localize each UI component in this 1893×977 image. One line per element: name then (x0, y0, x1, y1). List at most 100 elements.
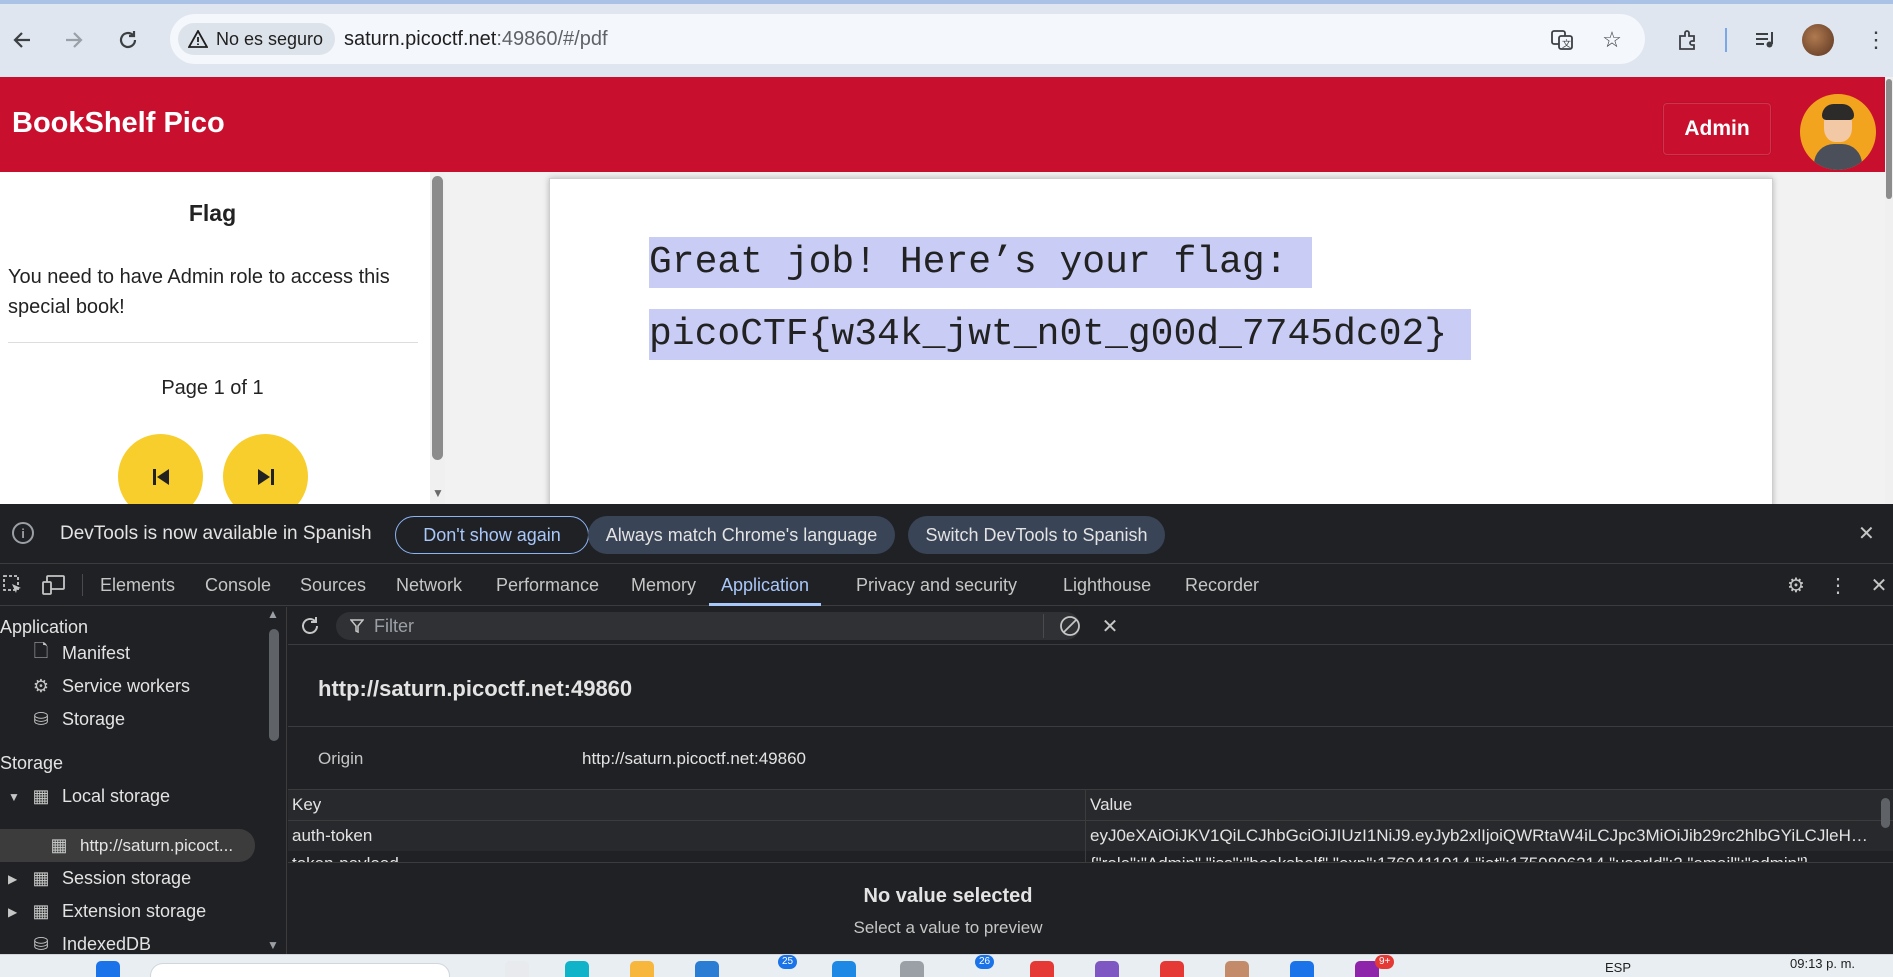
tab-lighthouse[interactable]: Lighthouse (1063, 564, 1151, 606)
taskbar-search[interactable] (150, 963, 450, 977)
profile-avatar[interactable] (1802, 24, 1834, 56)
bookmark-star-icon[interactable]: ☆ (1598, 26, 1626, 54)
security-chip[interactable]: No es seguro (178, 23, 336, 55)
taskbar-app[interactable] (630, 961, 654, 977)
switch-to-spanish-button[interactable]: Switch DevTools to Spanish (908, 516, 1165, 554)
skip-previous-icon (152, 468, 169, 485)
storage-table: Key Value auth-token eyJ0eXAiOiJKV1QiLCJ… (288, 789, 1893, 863)
notification-badge: 9+ (1375, 955, 1395, 969)
panel-splitter[interactable] (286, 607, 287, 954)
column-separator[interactable] (1085, 790, 1086, 862)
app-title[interactable]: BookShelf Pico (12, 107, 225, 140)
tree-item-session-storage[interactable]: ▶ ▦ Session storage (8, 862, 191, 895)
start-button[interactable] (96, 961, 120, 977)
expanded-triangle-icon[interactable]: ▼ (8, 790, 20, 804)
taskbar-app[interactable] (1160, 961, 1184, 977)
taskbar-app[interactable] (565, 961, 589, 977)
inspect-element-icon[interactable] (0, 572, 26, 598)
taskbar-app[interactable] (1290, 961, 1314, 977)
tab-console[interactable]: Console (205, 564, 271, 606)
admin-button[interactable]: Admin (1663, 103, 1771, 155)
row-value[interactable]: eyJ0eXAiOiJKV1QiLCJhbGciOiJIUzI1NiJ9.eyJ… (1090, 826, 1872, 846)
delete-selected-icon[interactable]: ✕ (1096, 612, 1124, 640)
extensions-icon[interactable] (1668, 20, 1708, 60)
always-match-language-button[interactable]: Always match Chrome's language (588, 516, 895, 554)
row-key[interactable]: auth-token (292, 826, 1072, 846)
scroll-down-arrow-icon[interactable]: ▼ (267, 938, 279, 952)
last-page-button[interactable] (223, 434, 308, 504)
notification-badge: 26 (975, 955, 995, 969)
taskbar-app[interactable] (1030, 961, 1054, 977)
tree-item-extension-storage[interactable]: ▶ ▦ Extension storage (8, 895, 206, 928)
book-title: Flag (188, 200, 237, 226)
forward-button[interactable] (54, 20, 94, 60)
row-key[interactable]: token-payload (292, 854, 1072, 862)
user-avatar[interactable] (1800, 94, 1876, 170)
tab-privacy-security[interactable]: Privacy and security (856, 564, 1017, 606)
tab-application[interactable]: Application (709, 564, 822, 606)
extension-storage-label: Extension storage (62, 901, 207, 921)
tree-item-local-storage-origin[interactable]: ▦ http://saturn.picoct... (48, 829, 233, 862)
scroll-up-arrow-icon[interactable]: ▲ (267, 607, 279, 621)
media-controls-icon[interactable] (1746, 20, 1786, 60)
translate-icon[interactable]: 文 (1548, 26, 1576, 54)
settings-gear-icon[interactable]: ⚙ (1783, 572, 1809, 598)
page-scroll-thumb[interactable] (1886, 79, 1892, 199)
tab-memory[interactable]: Memory (631, 564, 696, 606)
taskbar-app[interactable] (1225, 961, 1249, 977)
page-scrollbar[interactable] (1885, 77, 1893, 504)
taskbar-app[interactable] (832, 961, 856, 977)
dont-show-again-button[interactable]: Don't show again (395, 516, 589, 554)
sidebar-scroll-thumb[interactable] (432, 176, 443, 460)
clock[interactable]: 09:13 p. m. (1790, 956, 1855, 971)
indexeddb-label: IndexedDB (62, 934, 152, 954)
refresh-icon[interactable] (296, 612, 324, 640)
tree-item-service-workers[interactable]: ⚙ Service workers (30, 670, 190, 703)
infobar-close-icon[interactable]: ✕ (1858, 521, 1875, 546)
tab-network[interactable]: Network (396, 564, 462, 606)
address-bar[interactable]: No es seguro saturn.picoctf.net:49860/#/… (170, 14, 1645, 64)
info-icon: i (12, 522, 34, 544)
row-value[interactable]: {"role":"Admin","iss":"bookshelf","exp":… (1090, 854, 1872, 862)
device-toolbar-icon[interactable] (41, 572, 67, 598)
sidebar-scroll-thumb[interactable] (269, 629, 279, 741)
scroll-down-arrow-icon[interactable]: ▼ (432, 486, 444, 500)
value-column-header[interactable]: Value (1090, 795, 1132, 815)
language-indicator[interactable]: ESP (1605, 960, 1631, 975)
origin-heading: http://saturn.picoctf.net:49860 (318, 676, 633, 701)
filter-input[interactable]: Filter (336, 612, 1080, 640)
devtools-tabs: Elements Console Sources Network Perform… (0, 564, 1893, 606)
sidebar-scrollbar[interactable]: ▼ (430, 172, 445, 504)
language-infobar: i DevTools is now available in Spanish D… (0, 504, 1893, 564)
taskbar-app[interactable] (695, 961, 719, 977)
collapsed-triangle-icon[interactable]: ▶ (8, 872, 20, 886)
taskbar-app[interactable] (505, 961, 529, 977)
kebab-menu-icon[interactable]: ⋮ (1856, 20, 1893, 60)
back-button[interactable] (2, 20, 42, 60)
taskbar-app[interactable] (1095, 961, 1119, 977)
app-header: BookShelf Pico Admin (0, 77, 1885, 172)
url-text[interactable]: saturn.picoctf.net:49860/#/pdf (344, 28, 608, 51)
tab-performance[interactable]: Performance (496, 564, 599, 606)
tab-sources[interactable]: Sources (300, 564, 366, 606)
devtools-menu-icon[interactable]: ⋮ (1825, 572, 1851, 598)
section-divider (288, 726, 1893, 727)
tree-item-manifest[interactable]: 🗋 Manifest (30, 637, 130, 670)
tab-recorder[interactable]: Recorder (1185, 564, 1259, 606)
first-page-button[interactable] (118, 434, 203, 504)
tree-item-local-storage[interactable]: ▼ ▦ Local storage (8, 780, 170, 813)
taskbar-app[interactable] (900, 961, 924, 977)
tree-item-storage[interactable]: ⛁ Storage (30, 703, 125, 736)
skip-next-icon (257, 468, 274, 485)
close-devtools-icon[interactable]: ✕ (1866, 572, 1892, 598)
key-column-header[interactable]: Key (292, 795, 321, 815)
devtools-panel: i DevTools is now available in Spanish D… (0, 504, 1893, 954)
arrow-left-icon (13, 32, 30, 48)
clear-all-icon[interactable] (1056, 612, 1084, 640)
table-scroll-thumb[interactable] (1881, 798, 1890, 828)
tab-elements[interactable]: Elements (100, 564, 175, 606)
collapsed-triangle-icon[interactable]: ▶ (8, 905, 20, 919)
sidebar-scrollbar[interactable]: ▲ ▼ (266, 607, 284, 954)
reload-button[interactable] (108, 20, 148, 60)
table-scrollbar[interactable] (1878, 790, 1893, 862)
